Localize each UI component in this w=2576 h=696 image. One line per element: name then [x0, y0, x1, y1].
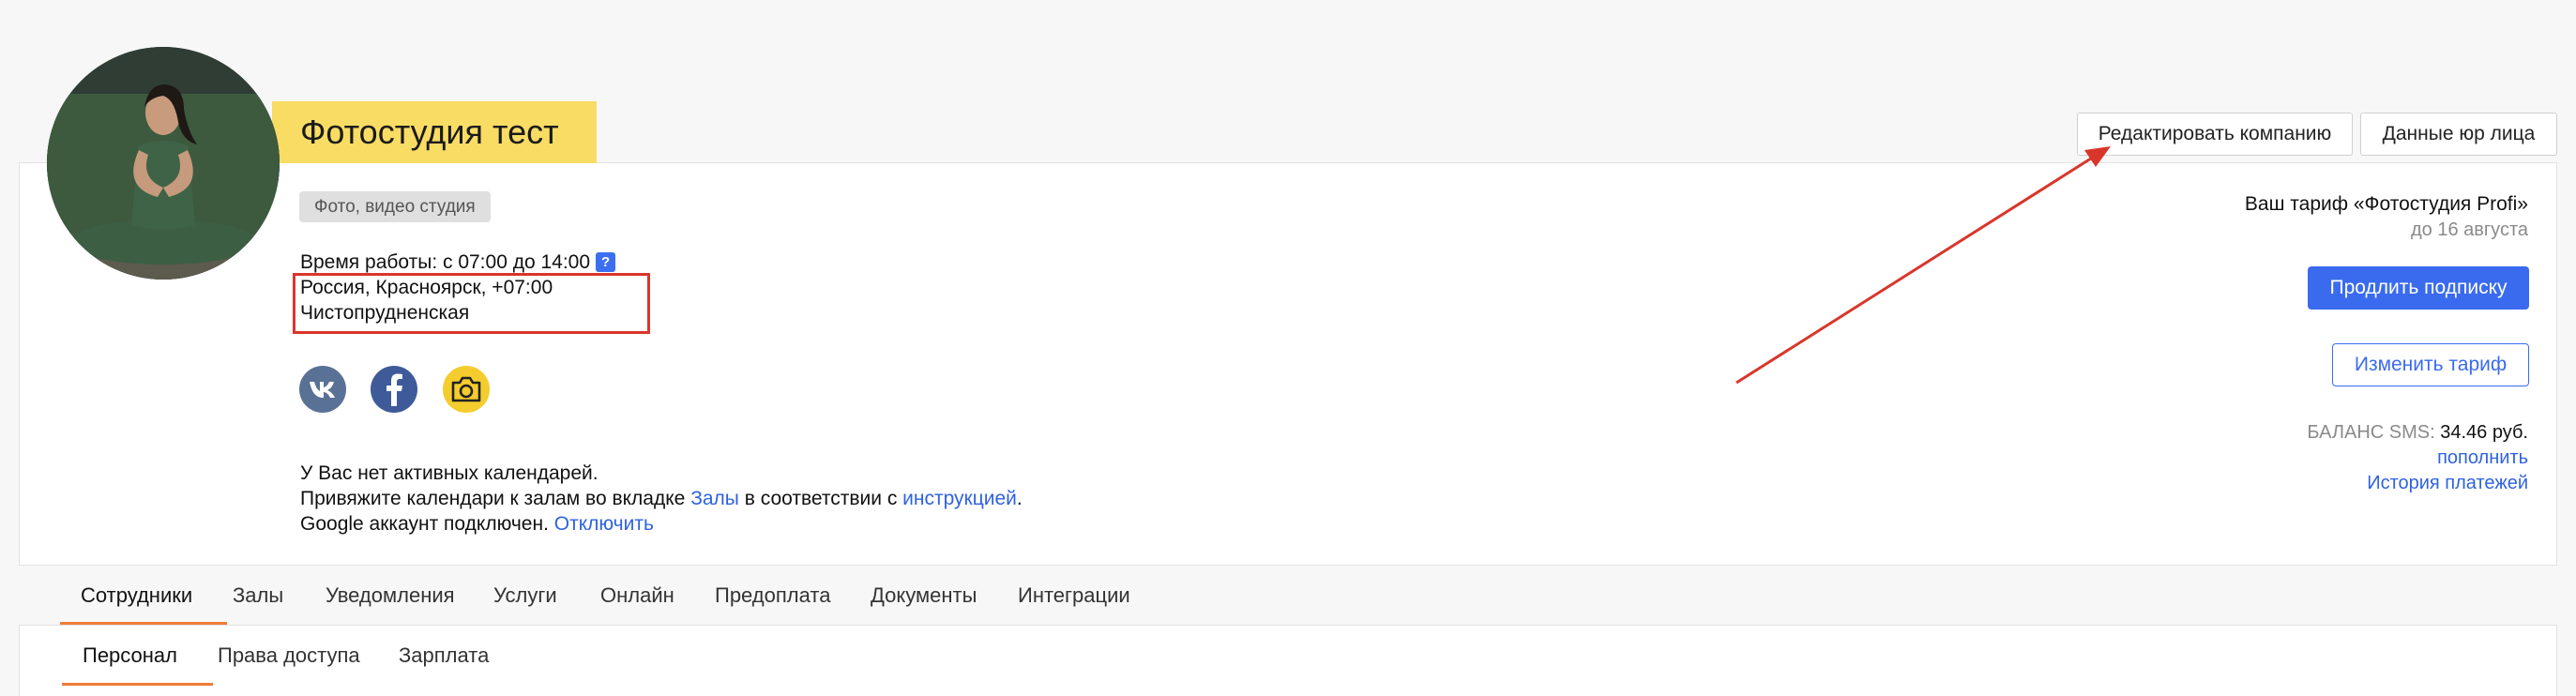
annotation-arrow: [1735, 146, 2111, 385]
